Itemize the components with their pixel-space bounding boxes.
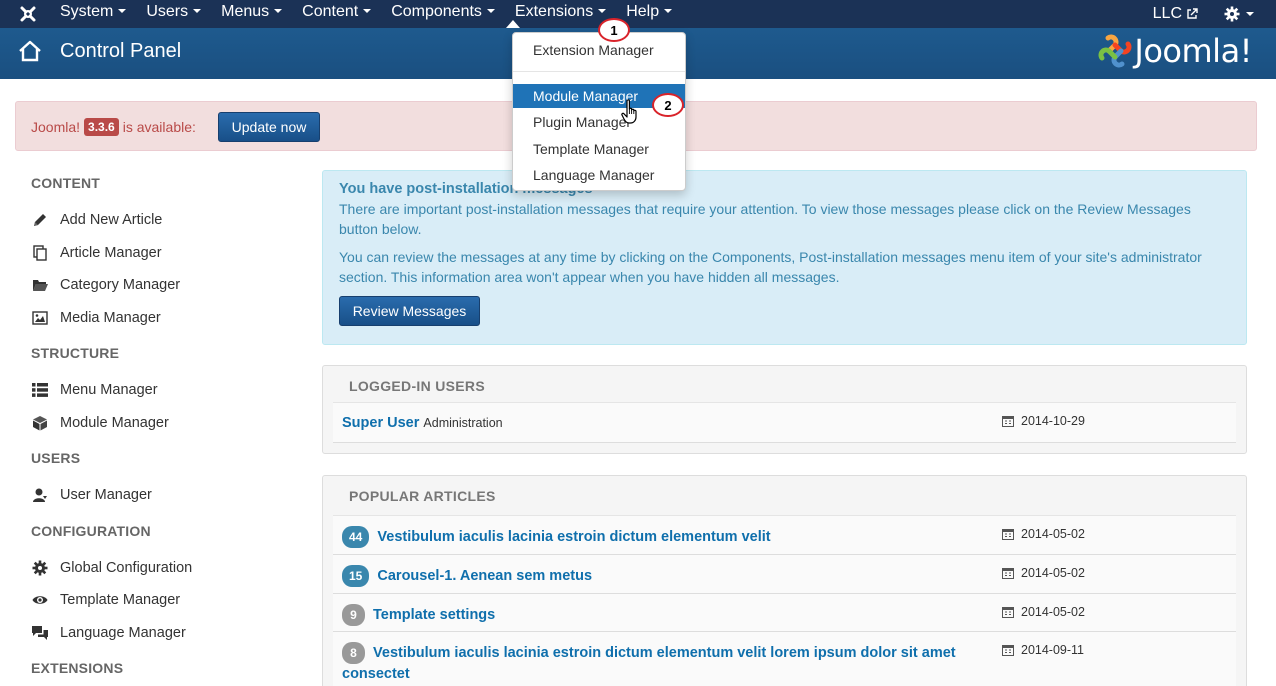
table-row: Super User Administration 2014-10-29	[333, 403, 1236, 443]
caret-down-icon	[118, 8, 127, 13]
menu-item-extension-manager[interactable]: Extension Manager	[513, 38, 685, 62]
logged-in-users-panel: Logged-in Users Super User Administratio…	[322, 365, 1247, 454]
sidebar-item-add-new-article[interactable]: Add New Article	[31, 204, 301, 237]
logged-users-list: Super User Administration 2014-10-29	[333, 402, 1236, 443]
sidebar-item-template-manager[interactable]: Template Manager	[31, 584, 301, 617]
sidebar-item-category-manager[interactable]: Category Manager	[31, 269, 301, 302]
table-row: 8 Vestibulum iaculis lacinia estroin dic…	[333, 632, 1236, 686]
settings-menu[interactable]	[1224, 6, 1254, 22]
calendar-icon	[1002, 529, 1014, 540]
menu-users[interactable]: Users	[136, 0, 211, 28]
top-navbar: System Users Menus Content Components Ex…	[0, 0, 1276, 28]
joomla-star-icon[interactable]	[18, 4, 38, 24]
calendar-icon	[1002, 607, 1014, 618]
article-link[interactable]: Vestibulum iaculis lacinia estroin dictu…	[342, 645, 956, 682]
menu-item-language-manager[interactable]: Language Manager	[513, 163, 685, 187]
eye-icon	[31, 591, 49, 609]
gear-icon	[1224, 6, 1240, 22]
article-link[interactable]: Template settings	[373, 607, 495, 623]
row-date: 2014-05-02	[1002, 605, 1085, 619]
sidebar-item-media-manager[interactable]: Media Manager	[31, 302, 301, 335]
row-date: 2014-05-02	[1002, 566, 1085, 580]
hand-cursor-icon	[621, 99, 639, 128]
panel-heading: Popular Articles	[349, 488, 496, 504]
user-name-link[interactable]: Super User	[342, 415, 419, 431]
sidebar-heading-content: Content	[31, 175, 101, 191]
sidebar-item-menu-manager[interactable]: Menu Manager	[31, 374, 301, 407]
hits-badge: 8	[342, 642, 365, 664]
caret-down-icon	[664, 8, 673, 13]
menu-components[interactable]: Components	[381, 0, 505, 28]
article-link[interactable]: Vestibulum iaculis lacinia estroin dictu…	[377, 529, 770, 545]
popular-articles-list: 44 Vestibulum iaculis lacinia estroin di…	[333, 515, 1236, 686]
table-row: 9 Template settings 2014-05-02	[333, 594, 1236, 632]
step-2-marker: 2	[652, 93, 684, 117]
caret-down-icon	[486, 8, 495, 13]
calendar-icon	[1002, 645, 1014, 656]
panel-heading: Logged-in Users	[349, 378, 485, 394]
page-title: Control Panel	[60, 40, 182, 62]
article-link[interactable]: Carousel-1. Aenean sem metus	[377, 568, 592, 584]
step-1-marker: 1	[598, 18, 630, 42]
main-menu: System Users Menus Content Components Ex…	[50, 0, 682, 28]
caret-down-icon	[274, 8, 283, 13]
update-now-button[interactable]: Update now	[218, 112, 320, 142]
postinstall-text-2: You can review the messages at any time …	[339, 249, 1202, 285]
user-client: Administration	[423, 416, 503, 430]
copy-icon	[31, 244, 49, 262]
hits-badge: 15	[342, 565, 370, 587]
menu-divider	[513, 71, 685, 72]
row-date: 2014-05-02	[1002, 527, 1085, 541]
comments-icon	[31, 624, 49, 642]
sidebar-item-module-manager[interactable]: Module Manager	[31, 407, 301, 440]
hits-badge: 44	[342, 526, 370, 548]
list-icon	[31, 381, 49, 399]
navbar-right: LLC	[1153, 0, 1254, 28]
sidebar-item-user-manager[interactable]: User Manager	[31, 479, 301, 512]
cube-icon	[31, 414, 49, 432]
hits-badge: 9	[342, 604, 365, 626]
caret-down-icon	[598, 8, 607, 13]
home-icon	[18, 40, 42, 65]
sidebar-heading-users: Users	[31, 450, 81, 466]
postinstall-messages: You have post-installation messages Ther…	[322, 170, 1247, 345]
sidebar-heading-structure: Structure	[31, 345, 120, 361]
menu-menus[interactable]: Menus	[211, 0, 292, 28]
table-row: 44 Vestibulum iaculis lacinia estroin di…	[333, 516, 1236, 555]
pencil-icon	[31, 211, 49, 229]
site-link[interactable]: LLC	[1153, 5, 1198, 23]
menu-system[interactable]: System	[50, 0, 136, 28]
calendar-icon	[1002, 416, 1014, 427]
version-badge: 3.3.6	[84, 118, 119, 136]
caret-down-icon	[1246, 12, 1254, 16]
review-messages-button[interactable]: Review Messages	[339, 296, 480, 326]
menu-content[interactable]: Content	[292, 0, 381, 28]
caret-down-icon	[363, 8, 372, 13]
update-message: Joomla! 3.3.6 is available:	[31, 118, 196, 136]
cog-icon	[31, 559, 49, 577]
table-row: 15 Carousel-1. Aenean sem metus 2014-05-…	[333, 555, 1236, 594]
sidebar-heading-configuration: Configuration	[31, 522, 151, 539]
user-icon	[31, 486, 49, 504]
joomla-logo: Joomla!	[1098, 32, 1252, 70]
menu-item-template-manager[interactable]: Template Manager	[513, 137, 685, 161]
popular-articles-panel: Popular Articles 44 Vestibulum iaculis l…	[322, 475, 1247, 686]
sidebar-heading-extensions: Extensions	[31, 660, 124, 676]
sidebar-item-language-manager[interactable]: Language Manager	[31, 617, 301, 650]
folder-icon	[31, 276, 49, 294]
row-date: 2014-10-29	[1002, 414, 1085, 428]
external-link-icon	[1187, 8, 1198, 19]
joomla-logo-icon	[1098, 34, 1132, 68]
sidebar-item-global-configuration[interactable]: Global Configuration	[31, 552, 301, 585]
calendar-icon	[1002, 568, 1014, 579]
row-date: 2014-09-11	[1002, 643, 1084, 657]
sidebar-item-article-manager[interactable]: Article Manager	[31, 237, 301, 270]
image-icon	[31, 309, 49, 327]
postinstall-text-1: There are important post-installation me…	[339, 201, 1191, 237]
caret-down-icon	[193, 8, 202, 13]
sidebar: Content Add New Article Article Manager …	[31, 170, 301, 686]
